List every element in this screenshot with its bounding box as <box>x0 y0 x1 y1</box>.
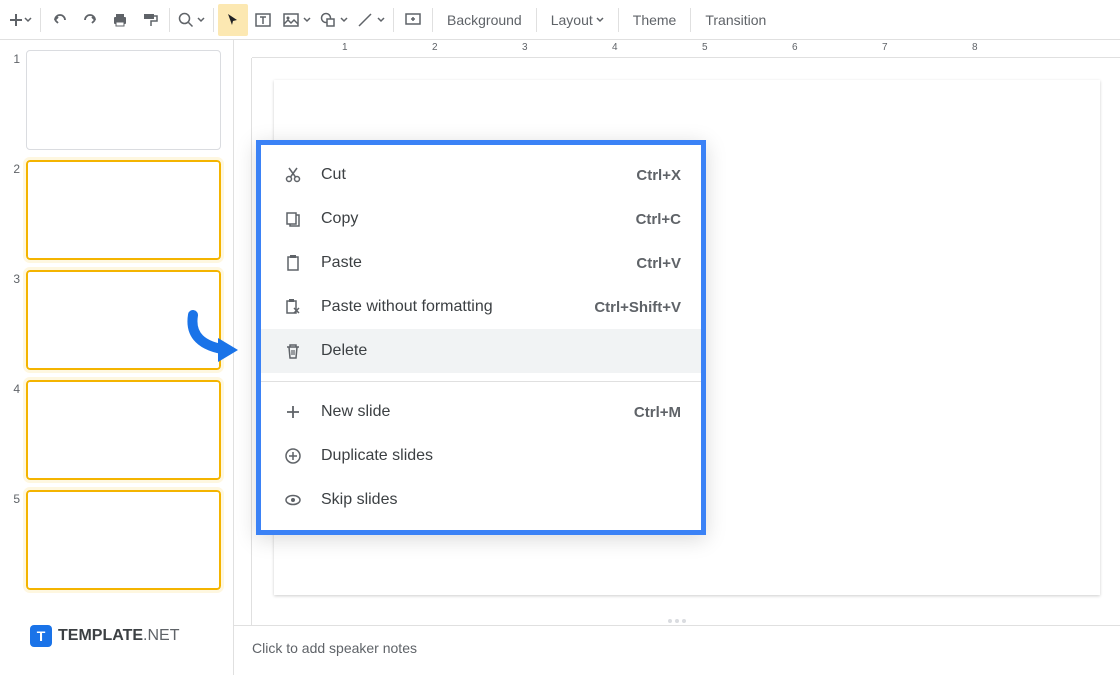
menu-copy[interactable]: Copy Ctrl+C <box>261 197 701 241</box>
arrow-annotation <box>178 310 258 370</box>
theme-button[interactable]: Theme <box>623 4 687 36</box>
menu-duplicate-slides[interactable]: Duplicate slides <box>261 434 701 478</box>
menu-new-slide[interactable]: New slide Ctrl+M <box>261 390 701 434</box>
slide-number: 3 <box>4 270 26 370</box>
menu-shortcut: Ctrl+Shift+V <box>594 299 681 316</box>
undo-button[interactable] <box>45 4 75 36</box>
menu-label: Copy <box>321 210 636 228</box>
separator <box>393 8 394 32</box>
separator <box>432 8 433 32</box>
separator <box>536 8 537 32</box>
slide-thumbnail[interactable]: 5 <box>4 490 229 590</box>
ruler-mark: 2 <box>432 42 438 53</box>
menu-shortcut: Ctrl+C <box>636 211 681 228</box>
menu-divider <box>261 381 701 382</box>
context-menu: Cut Ctrl+X Copy Ctrl+C Paste Ctrl+V Past… <box>256 140 706 535</box>
skip-icon <box>281 488 305 512</box>
cut-icon <box>281 163 305 187</box>
slide-number: 1 <box>4 50 26 150</box>
menu-shortcut: Ctrl+M <box>634 404 681 421</box>
delete-icon <box>281 339 305 363</box>
menu-shortcut: Ctrl+X <box>636 167 681 184</box>
new-slide-button[interactable] <box>4 4 36 36</box>
plus-icon <box>281 400 305 424</box>
ruler-mark: 4 <box>612 42 618 53</box>
zoom-button[interactable] <box>174 4 209 36</box>
thumb-preview <box>26 50 221 150</box>
menu-label: Cut <box>321 166 636 184</box>
paint-format-button[interactable] <box>135 4 165 36</box>
slide-number: 2 <box>4 160 26 260</box>
slide-thumbnail[interactable]: 2 <box>4 160 229 260</box>
separator <box>40 8 41 32</box>
toolbar: Background Layout Theme Transition <box>0 0 1120 40</box>
ruler-mark: 8 <box>972 42 978 53</box>
slide-number: 5 <box>4 490 26 590</box>
text-box-button[interactable] <box>248 4 278 36</box>
paste-icon <box>281 251 305 275</box>
ruler-mark: 6 <box>792 42 798 53</box>
brand-light: .NET <box>143 627 179 644</box>
menu-label: Delete <box>321 342 681 360</box>
line-button[interactable] <box>352 4 389 36</box>
separator <box>618 8 619 32</box>
thumb-preview <box>26 490 221 590</box>
print-button[interactable] <box>105 4 135 36</box>
chevron-down-icon <box>377 16 385 24</box>
footer-logo: T TEMPLATE.NET <box>30 625 179 647</box>
background-button[interactable]: Background <box>437 4 532 36</box>
chevron-down-icon <box>24 16 32 24</box>
menu-label: Paste without formatting <box>321 298 594 316</box>
slide-number: 4 <box>4 380 26 480</box>
slide-thumbnail[interactable]: 4 <box>4 380 229 480</box>
copy-icon <box>281 207 305 231</box>
chevron-down-icon <box>340 16 348 24</box>
chevron-down-icon <box>197 16 205 24</box>
thumb-preview <box>26 380 221 480</box>
duplicate-icon <box>281 444 305 468</box>
menu-label: Duplicate slides <box>321 447 681 465</box>
shape-button[interactable] <box>315 4 352 36</box>
ruler-mark: 1 <box>342 42 348 53</box>
select-tool-button[interactable] <box>218 4 248 36</box>
ruler-mark: 3 <box>522 42 528 53</box>
chevron-down-icon <box>596 16 604 24</box>
layout-label: Layout <box>551 12 593 28</box>
comment-button[interactable] <box>398 4 428 36</box>
menu-label: Paste <box>321 254 636 272</box>
separator <box>213 8 214 32</box>
separator <box>690 8 691 32</box>
separator <box>169 8 170 32</box>
image-button[interactable] <box>278 4 315 36</box>
redo-button[interactable] <box>75 4 105 36</box>
pane-drag-handle[interactable] <box>668 619 686 623</box>
brand-bold: TEMPLATE <box>58 627 143 644</box>
menu-skip-slides[interactable]: Skip slides <box>261 478 701 522</box>
menu-cut[interactable]: Cut Ctrl+X <box>261 153 701 197</box>
menu-shortcut: Ctrl+V <box>636 255 681 272</box>
ruler-mark: 5 <box>702 42 708 53</box>
menu-paste-without-formatting[interactable]: Paste without formatting Ctrl+Shift+V <box>261 285 701 329</box>
ruler-mark: 7 <box>882 42 888 53</box>
chevron-down-icon <box>303 16 311 24</box>
logo-badge: T <box>30 625 52 647</box>
menu-paste[interactable]: Paste Ctrl+V <box>261 241 701 285</box>
paste-plain-icon <box>281 295 305 319</box>
transition-button[interactable]: Transition <box>695 4 776 36</box>
menu-delete[interactable]: Delete <box>261 329 701 373</box>
layout-button[interactable]: Layout <box>541 4 614 36</box>
speaker-notes[interactable]: Click to add speaker notes <box>234 625 1120 675</box>
slide-thumbnail[interactable]: 1 <box>4 50 229 150</box>
menu-label: Skip slides <box>321 491 681 509</box>
horizontal-ruler: 1 2 3 4 5 6 7 8 <box>252 40 1120 58</box>
thumb-preview <box>26 160 221 260</box>
menu-label: New slide <box>321 403 634 421</box>
